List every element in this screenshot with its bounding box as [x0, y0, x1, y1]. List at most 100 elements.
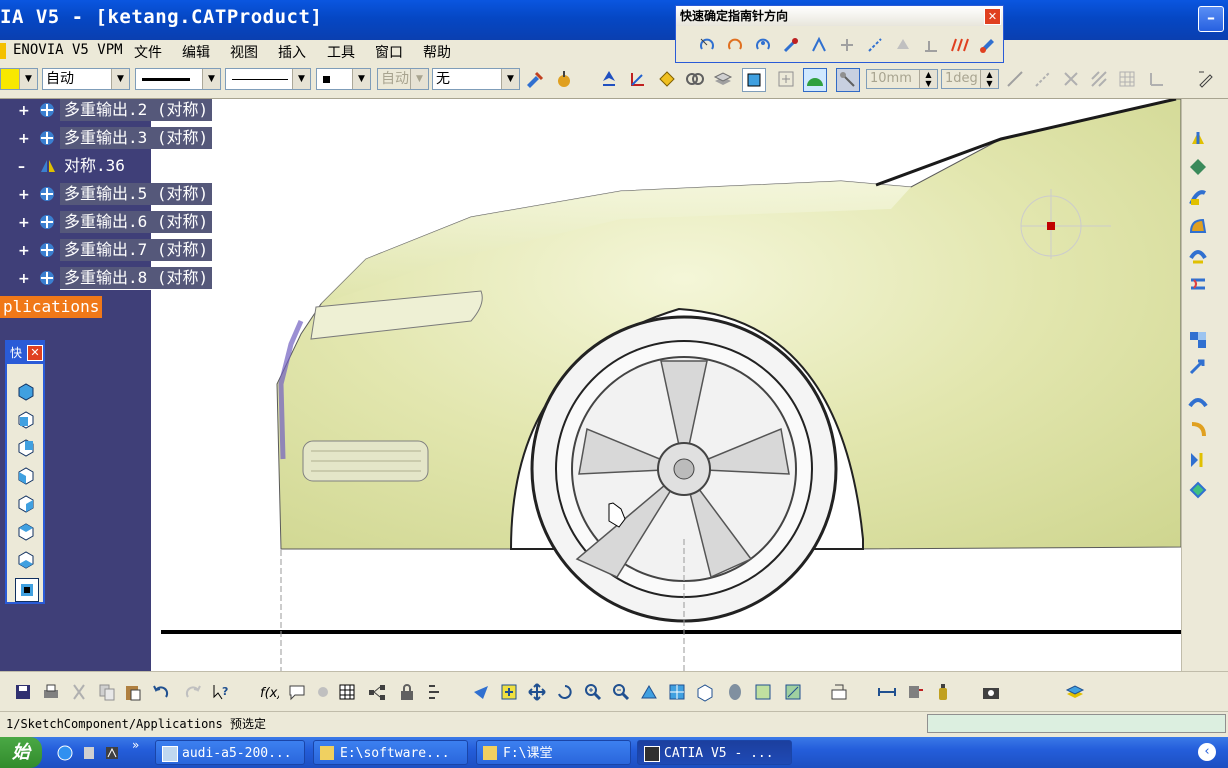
plane-icon[interactable] — [892, 34, 914, 56]
applications-node[interactable]: plications — [0, 296, 103, 318]
compass-arrow-icon[interactable] — [598, 68, 620, 90]
paint-brush-icon[interactable] — [523, 68, 545, 90]
menu-enovia[interactable]: ENOVIA V5 VPM — [13, 42, 123, 58]
right-view-icon[interactable] — [15, 492, 37, 514]
taskbar-item[interactable]: F:\课堂 — [476, 740, 631, 765]
fill-icon[interactable] — [1187, 216, 1209, 238]
rotate-z-icon[interactable] — [752, 34, 774, 56]
boundary-icon[interactable] — [1187, 479, 1209, 501]
snap-icon[interactable] — [656, 68, 678, 90]
fly-mode-icon[interactable] — [470, 681, 492, 703]
layer-stack-icon[interactable] — [1064, 681, 1086, 703]
comment-icon[interactable] — [286, 681, 308, 703]
menu-view[interactable]: 视图 — [230, 42, 258, 62]
3d-viewport[interactable] — [151, 97, 1182, 671]
formula-icon[interactable]: f(x) — [258, 681, 280, 703]
top-view-icon[interactable] — [15, 520, 37, 542]
quick-launch-chevron[interactable]: » — [132, 738, 139, 752]
join-icon[interactable] — [1187, 329, 1209, 351]
line-tool-icon[interactable] — [1004, 68, 1026, 90]
close-icon[interactable]: ✕ — [27, 345, 43, 361]
shading-icon[interactable] — [724, 681, 746, 703]
hide-show-icon[interactable] — [752, 681, 774, 703]
save-icon[interactable] — [12, 681, 34, 703]
move-compass-icon[interactable] — [780, 34, 802, 56]
sketch-pencil-icon[interactable] — [1195, 68, 1217, 90]
normal-view-icon[interactable] — [638, 681, 660, 703]
extract-icon[interactable] — [1187, 419, 1209, 441]
copy-icon[interactable] — [96, 681, 118, 703]
knowledge-icon[interactable] — [312, 681, 334, 703]
hatch-icon[interactable] — [1088, 68, 1110, 90]
grid-plus-icon[interactable] — [775, 68, 797, 90]
cut-icon[interactable] — [1060, 68, 1082, 90]
lineweight-combo[interactable]: ▼ — [225, 68, 311, 90]
table-icon[interactable] — [336, 681, 358, 703]
linetype-combo[interactable]: ▼ — [135, 68, 221, 90]
iso-view-icon[interactable] — [694, 681, 716, 703]
menu-tools[interactable]: 工具 — [327, 42, 355, 62]
taskbar-item[interactable]: E:\software... — [313, 740, 468, 765]
multi-view-icon[interactable] — [666, 681, 688, 703]
pan-icon[interactable] — [526, 681, 548, 703]
reset-compass-icon[interactable] — [920, 34, 942, 56]
start-button[interactable]: 始 — [0, 737, 42, 768]
capture-icon[interactable] — [980, 681, 1002, 703]
apply-material-icon[interactable] — [553, 68, 575, 90]
layer-combo[interactable]: 自动 ▼ — [377, 68, 429, 90]
rotate-icon[interactable] — [554, 681, 576, 703]
network-icon[interactable] — [366, 681, 388, 703]
extrude-icon[interactable] — [1187, 127, 1209, 149]
paste-icon[interactable] — [122, 681, 144, 703]
cut-icon[interactable] — [68, 681, 90, 703]
snap-compass-icon[interactable] — [864, 34, 886, 56]
minimize-button[interactable]: – — [1198, 6, 1224, 32]
rotate-y-icon[interactable] — [724, 34, 746, 56]
product-manage-icon[interactable] — [828, 681, 850, 703]
measure-icon[interactable] — [876, 681, 898, 703]
axis-system-icon[interactable] — [627, 68, 649, 90]
axis-align-icon[interactable] — [808, 34, 830, 56]
menu-insert[interactable]: 插入 — [278, 42, 306, 62]
front-view-icon[interactable] — [15, 408, 37, 430]
fit-all-icon[interactable] — [498, 681, 520, 703]
layers-icon[interactable] — [712, 68, 734, 90]
color-combo[interactable]: 自动 ▼ — [42, 68, 130, 90]
point-style-combo[interactable]: ▼ — [316, 68, 371, 90]
taskbar-item[interactable]: audi-a5-200... — [155, 740, 305, 765]
browser-icon[interactable] — [54, 742, 76, 764]
multi-section-icon[interactable] — [1187, 245, 1209, 267]
translate-compass-icon[interactable] — [836, 34, 858, 56]
expand-icon[interactable]: + — [18, 187, 30, 203]
expand-icon[interactable]: + — [18, 271, 30, 287]
print-icon[interactable] — [40, 681, 62, 703]
fillet-icon[interactable] — [1187, 391, 1209, 413]
command-input[interactable] — [927, 714, 1226, 733]
sweep-icon[interactable] — [1187, 186, 1209, 208]
whats-this-icon[interactable]: ? — [210, 681, 232, 703]
left-view-icon[interactable] — [15, 464, 37, 486]
link-icon[interactable] — [684, 68, 706, 90]
undo-icon[interactable] — [150, 681, 172, 703]
bottom-view-icon[interactable] — [15, 548, 37, 570]
back-view-icon[interactable] — [15, 436, 37, 458]
menu-help[interactable]: 帮助 — [423, 42, 451, 62]
layer-fill-combo[interactable]: 无 ▼ — [432, 68, 520, 90]
split-icon[interactable] — [1187, 449, 1209, 471]
rotate-x-icon[interactable] — [696, 34, 718, 56]
grid-icon[interactable] — [1116, 68, 1138, 90]
named-views-icon[interactable] — [15, 578, 39, 602]
zoom-out-icon[interactable] — [610, 681, 632, 703]
angle-step-field[interactable]: 1deg ▲ ▼ — [941, 69, 999, 89]
protractor-icon[interactable] — [803, 68, 827, 92]
expand-icon[interactable]: + — [18, 243, 30, 259]
blend-icon[interactable] — [1187, 273, 1209, 295]
expand-icon[interactable]: + — [18, 131, 30, 147]
close-icon[interactable]: ✕ — [984, 8, 1001, 25]
bottle-icon[interactable] — [932, 681, 954, 703]
fill-color-combo[interactable]: ▼ — [0, 68, 38, 90]
snap-to-point-icon[interactable] — [836, 68, 860, 92]
surface-icon[interactable] — [1187, 156, 1209, 178]
redo-icon[interactable] — [182, 681, 204, 703]
parameters-icon[interactable] — [424, 681, 446, 703]
